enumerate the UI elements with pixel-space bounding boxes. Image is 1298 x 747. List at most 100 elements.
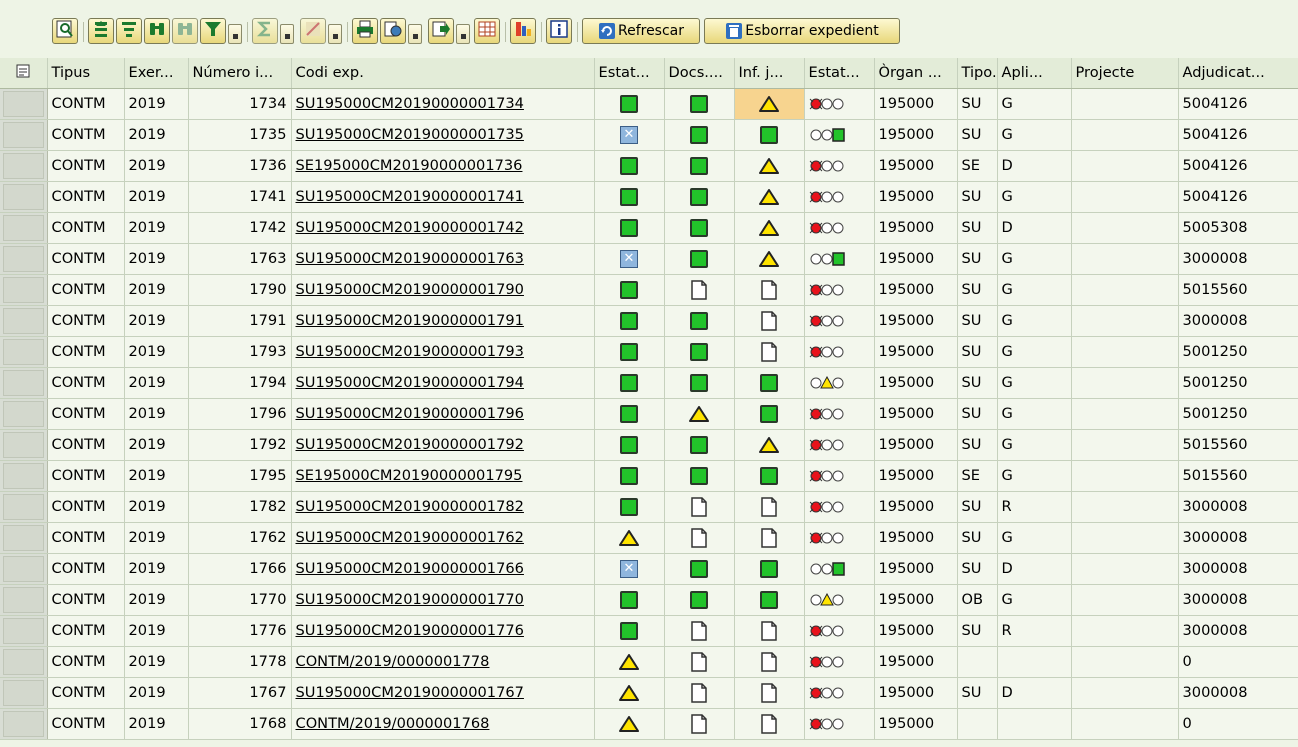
row-selector[interactable] (0, 212, 48, 244)
column-estat-2-header[interactable]: Estat... (804, 58, 875, 89)
filter-button[interactable] (200, 18, 226, 44)
column-organ-header[interactable]: Òrgan ... (874, 58, 958, 89)
details-button[interactable] (52, 18, 78, 44)
column-docs-header[interactable]: Docs.... (664, 58, 735, 89)
table-row[interactable]: CONTM 2019 1742 SU195000CM20190000001742 195… (0, 212, 1298, 244)
codi-exp-link[interactable]: SU195000CM20190000001741 (296, 188, 524, 205)
table-row[interactable]: CONTM 2019 1763 SU195000CM20190000001763 ✕ 19… (0, 243, 1298, 275)
codi-exp-link[interactable]: SE195000CM20190000001736 (296, 157, 523, 174)
cell-codi-exp[interactable]: SE195000CM20190000001795 (291, 460, 595, 492)
views-button[interactable] (380, 18, 406, 44)
sort-descending-button[interactable] (116, 18, 142, 44)
codi-exp-link[interactable]: SU195000CM20190000001790 (296, 281, 524, 298)
row-selector[interactable] (0, 181, 48, 213)
codi-exp-link[interactable]: CONTM/2019/0000001768 (296, 715, 490, 732)
column-codi-exp-header[interactable]: Codi exp. (291, 58, 595, 89)
table-row[interactable]: CONTM 2019 1768 CONTM/2019/0000001768 195000… (0, 708, 1298, 740)
cell-codi-exp[interactable]: SU195000CM20190000001742 (291, 212, 595, 244)
codi-exp-link[interactable]: CONTM/2019/0000001778 (296, 653, 490, 670)
cell-codi-exp[interactable]: SU195000CM20190000001782 (291, 491, 595, 523)
cell-codi-exp[interactable]: CONTM/2019/0000001768 (291, 708, 595, 740)
codi-exp-link[interactable]: SU195000CM20190000001735 (296, 126, 524, 143)
find-next-button[interactable] (172, 18, 198, 44)
column-exercici-header[interactable]: Exer... (124, 58, 189, 89)
cell-codi-exp[interactable]: SU195000CM20190000001776 (291, 615, 595, 647)
codi-exp-link[interactable]: SU195000CM20190000001734 (296, 95, 524, 112)
table-row[interactable]: CONTM 2019 1736 SE195000CM20190000001736 195… (0, 150, 1298, 182)
cell-codi-exp[interactable]: SU195000CM20190000001794 (291, 367, 595, 399)
row-selector[interactable] (0, 367, 48, 399)
codi-exp-link[interactable]: SU195000CM20190000001791 (296, 312, 524, 329)
delete-record-button[interactable]: Esborrar expedient (704, 18, 900, 44)
filter-dropdown[interactable] (228, 24, 242, 44)
find-button[interactable] (144, 18, 170, 44)
codi-exp-link[interactable]: SU195000CM20190000001766 (296, 560, 524, 577)
codi-exp-link[interactable]: SU195000CM20190000001782 (296, 498, 524, 515)
table-row[interactable]: CONTM 2019 1734 SU195000CM20190000001734 195… (0, 88, 1298, 120)
codi-exp-link[interactable]: SU195000CM20190000001762 (296, 529, 524, 546)
cell-codi-exp[interactable]: SU195000CM20190000001793 (291, 336, 595, 368)
table-row[interactable]: CONTM 2019 1766 SU195000CM20190000001766 ✕ 19… (0, 553, 1298, 585)
table-row[interactable]: CONTM 2019 1794 SU195000CM20190000001794 195… (0, 367, 1298, 399)
row-selector[interactable] (0, 646, 48, 678)
row-selector[interactable] (0, 274, 48, 306)
sort-ascending-button[interactable] (88, 18, 114, 44)
table-row[interactable]: CONTM 2019 1793 SU195000CM20190000001793 195… (0, 336, 1298, 368)
codi-exp-link[interactable]: SU195000CM20190000001776 (296, 622, 524, 639)
codi-exp-link[interactable]: SE195000CM20190000001795 (296, 467, 523, 484)
table-row[interactable]: CONTM 2019 1792 SU195000CM20190000001792 195… (0, 429, 1298, 461)
cell-codi-exp[interactable]: SU195000CM20190000001770 (291, 584, 595, 616)
refresh-button[interactable]: Refrescar (582, 18, 700, 44)
row-selector[interactable] (0, 553, 48, 585)
table-row[interactable]: CONTM 2019 1767 SU195000CM20190000001767 195… (0, 677, 1298, 709)
table-row[interactable]: CONTM 2019 1790 SU195000CM20190000001790 195… (0, 274, 1298, 306)
table-row[interactable]: CONTM 2019 1778 CONTM/2019/0000001778 195000… (0, 646, 1298, 678)
cell-codi-exp[interactable]: SU195000CM20190000001796 (291, 398, 595, 430)
views-dropdown[interactable] (408, 24, 422, 44)
table-row[interactable]: CONTM 2019 1776 SU195000CM20190000001776 195… (0, 615, 1298, 647)
column-projecte-header[interactable]: Projecte (1071, 58, 1179, 89)
subtotals-dropdown[interactable] (328, 24, 342, 44)
table-row[interactable]: CONTM 2019 1791 SU195000CM20190000001791 195… (0, 305, 1298, 337)
codi-exp-link[interactable]: SU195000CM20190000001742 (296, 219, 524, 236)
codi-exp-link[interactable]: SU195000CM20190000001763 (296, 250, 524, 267)
row-selector[interactable] (0, 677, 48, 709)
codi-exp-link[interactable]: SU195000CM20190000001794 (296, 374, 524, 391)
cell-codi-exp[interactable]: SU195000CM20190000001735 (291, 119, 595, 151)
graphic-button[interactable] (510, 18, 536, 44)
table-row[interactable]: CONTM 2019 1735 SU195000CM20190000001735 ✕ 19… (0, 119, 1298, 151)
row-selector[interactable] (0, 150, 48, 182)
codi-exp-link[interactable]: SU195000CM20190000001793 (296, 343, 524, 360)
table-row[interactable]: CONTM 2019 1795 SE195000CM20190000001795 195… (0, 460, 1298, 492)
subtotals-button[interactable] (300, 18, 326, 44)
print-button[interactable] (352, 18, 378, 44)
row-selector[interactable] (0, 429, 48, 461)
row-selector[interactable] (0, 708, 48, 740)
cell-codi-exp[interactable]: SE195000CM20190000001736 (291, 150, 595, 182)
cell-codi-exp[interactable]: CONTM/2019/0000001778 (291, 646, 595, 678)
export-button[interactable] (428, 18, 454, 44)
row-selector[interactable] (0, 336, 48, 368)
cell-codi-exp[interactable]: SU195000CM20190000001734 (291, 88, 595, 120)
cell-codi-exp[interactable]: SU195000CM20190000001791 (291, 305, 595, 337)
codi-exp-link[interactable]: SU195000CM20190000001770 (296, 591, 524, 608)
row-selector[interactable] (0, 491, 48, 523)
cell-codi-exp[interactable]: SU195000CM20190000001762 (291, 522, 595, 554)
table-row[interactable]: CONTM 2019 1782 SU195000CM20190000001782 195… (0, 491, 1298, 523)
cell-codi-exp[interactable]: SU195000CM20190000001741 (291, 181, 595, 213)
row-selector[interactable] (0, 522, 48, 554)
codi-exp-link[interactable]: SU195000CM20190000001796 (296, 405, 524, 422)
cell-codi-exp[interactable]: SU195000CM20190000001790 (291, 274, 595, 306)
column-tipo-header[interactable]: Tipo... (957, 58, 998, 89)
column-adjudicatari-header[interactable]: Adjudicat... (1178, 58, 1298, 89)
sum-dropdown[interactable] (280, 24, 294, 44)
table-row[interactable]: CONTM 2019 1796 SU195000CM20190000001796 195… (0, 398, 1298, 430)
row-selector[interactable] (0, 398, 48, 430)
column-numero-header[interactable]: Número i... (188, 58, 292, 89)
row-selector[interactable] (0, 243, 48, 275)
table-row[interactable]: CONTM 2019 1741 SU195000CM20190000001741 195… (0, 181, 1298, 213)
codi-exp-link[interactable]: SU195000CM20190000001792 (296, 436, 524, 453)
cell-codi-exp[interactable]: SU195000CM20190000001766 (291, 553, 595, 585)
sum-button[interactable] (252, 18, 278, 44)
row-selector[interactable] (0, 584, 48, 616)
